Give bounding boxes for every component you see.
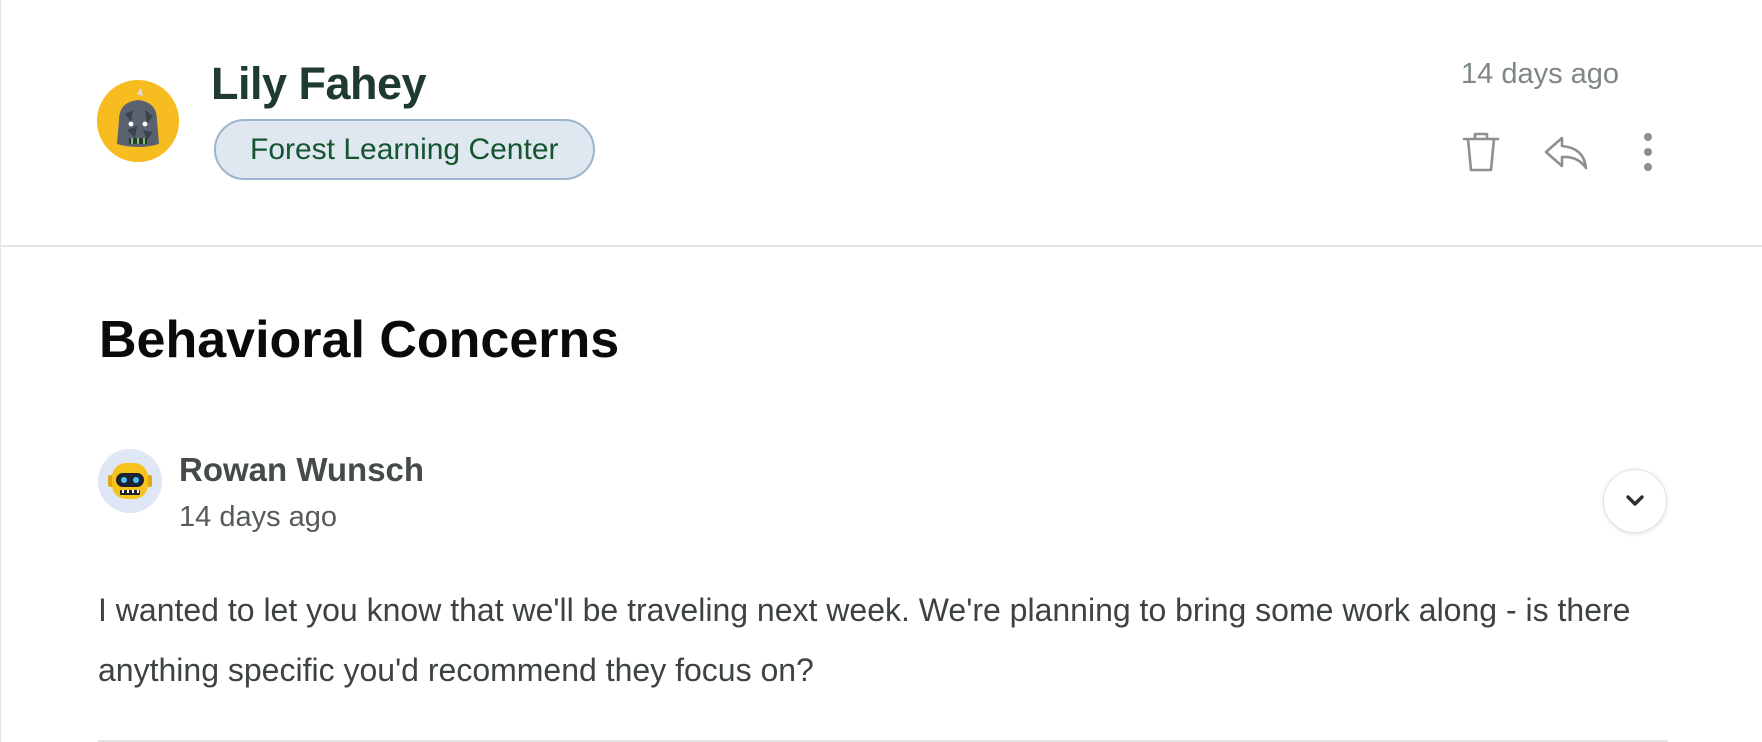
- message-header: Lily Fahey Forest Learning Center 14 day…: [1, 0, 1762, 247]
- vertical-dots-icon: [1644, 133, 1652, 171]
- delete-button[interactable]: [1456, 122, 1506, 182]
- message-body: I wanted to let you know that we'll be t…: [98, 592, 1631, 688]
- header-timestamp: 14 days ago: [1461, 58, 1620, 90]
- sender-avatar: [97, 80, 179, 162]
- chevron-down-icon: [1626, 495, 1644, 506]
- trash-icon: [1462, 132, 1500, 172]
- reply-arrow-icon: [1544, 136, 1588, 170]
- message-detail-view: Lily Fahey Forest Learning Center 14 day…: [0, 0, 1762, 742]
- author-avatar: [98, 449, 162, 513]
- reply-button[interactable]: [1538, 122, 1594, 182]
- expand-message-button[interactable]: [1603, 469, 1667, 533]
- message-timestamp: 14 days ago: [179, 501, 338, 533]
- school-chip[interactable]: Forest Learning Center: [214, 119, 595, 180]
- message-author: Rowan Wunsch: [179, 451, 425, 488]
- more-options-button[interactable]: [1633, 122, 1663, 182]
- sender-name: Lily Fahey: [211, 58, 427, 109]
- message-subject: Behavioral Concerns: [99, 311, 620, 369]
